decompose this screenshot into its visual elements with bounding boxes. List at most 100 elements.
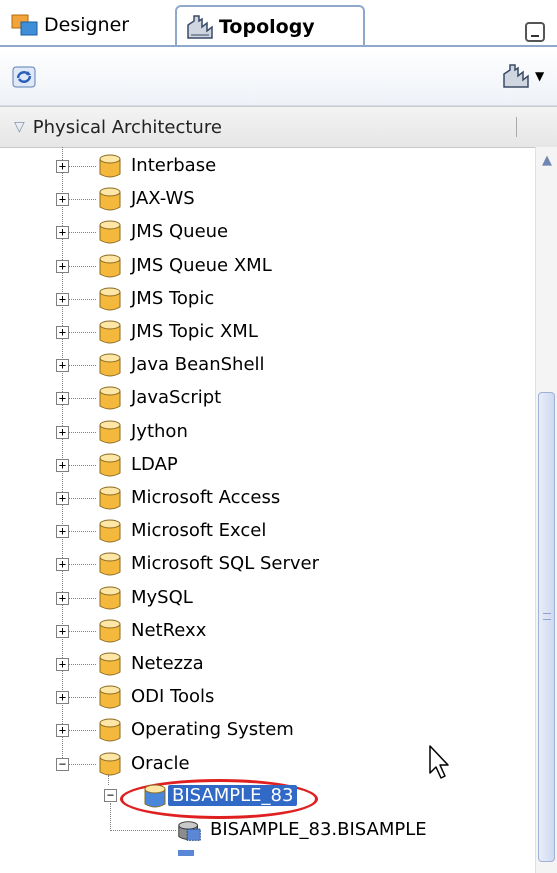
tree-node-label[interactable]: LDAP: [131, 454, 178, 475]
dropdown-caret-icon: ▼: [535, 69, 545, 83]
topology-menu-icon: [503, 64, 529, 88]
designer-icon: [11, 14, 38, 36]
tab-topology[interactable]: Topology: [175, 5, 365, 47]
accordion-physical-architecture[interactable]: ▽ Physical Architecture: [0, 106, 557, 148]
tree-node-label[interactable]: JAX-WS: [131, 188, 195, 209]
vertical-scrollbar[interactable]: ▲: [535, 147, 557, 873]
expand-node-icon[interactable]: +: [56, 558, 69, 572]
expand-node-icon[interactable]: +: [56, 226, 69, 240]
technology-icon: [99, 486, 121, 510]
tree-connector-line: [69, 398, 96, 400]
technology-icon: [99, 287, 121, 311]
tree-connector-line: [69, 332, 96, 333]
technology-icon: [99, 453, 121, 477]
expand-node-icon[interactable]: +: [56, 724, 69, 738]
scroll-grip: [543, 613, 551, 620]
tree-node-label[interactable]: Microsoft Access: [131, 487, 280, 508]
tab-topology-label: Topology: [219, 16, 315, 38]
technology-icon: [99, 254, 121, 278]
tree-node-label[interactable]: JMS Queue XML: [131, 255, 272, 276]
expand-node-icon[interactable]: +: [56, 359, 69, 373]
expand-node-icon[interactable]: +: [56, 392, 69, 406]
mouse-cursor-icon: [429, 745, 449, 779]
tree-connector-line: [69, 597, 96, 599]
collapse-node-icon[interactable]: −: [104, 788, 117, 802]
technology-icon: [99, 519, 121, 543]
tree-node-label[interactable]: JMS Topic XML: [131, 321, 258, 342]
tree-connector-line: [69, 664, 96, 665]
tree-node-label[interactable]: ODI Tools: [131, 686, 214, 707]
technology-icon: [99, 685, 121, 709]
tree-node-label[interactable]: JMS Queue: [131, 221, 228, 242]
tab-designer[interactable]: Designer: [6, 5, 171, 45]
technology-icon: [99, 652, 121, 676]
tree-connector-line: [69, 265, 96, 267]
topology-menu-button[interactable]: ▼: [501, 61, 549, 91]
refresh-icon[interactable]: [10, 63, 38, 91]
data-server-icon: [144, 784, 166, 808]
expand-node-icon[interactable]: +: [56, 525, 69, 539]
tab-designer-label: Designer: [44, 14, 130, 36]
tree-connector-line: [69, 464, 96, 466]
tree-node-label[interactable]: MySQL: [131, 587, 193, 608]
minimize-button[interactable]: [525, 22, 545, 42]
collapse-triangle-icon: ▽: [14, 119, 25, 135]
expand-node-icon[interactable]: +: [56, 691, 69, 705]
tree-connector-line: [69, 730, 96, 732]
tree-node-label[interactable]: Java BeanShell: [131, 354, 265, 375]
tree-node-label[interactable]: Netezza: [131, 653, 204, 674]
tree-connector-line: [62, 147, 63, 764]
expand-node-icon[interactable]: +: [56, 492, 69, 505]
tree-node-label[interactable]: Jython: [131, 421, 188, 442]
tree-node-label[interactable]: Oracle: [131, 753, 190, 774]
tree-connector-line: [69, 697, 96, 699]
physical-schema-icon: [178, 821, 201, 841]
tree-connector-line: [69, 763, 96, 765]
expand-node-icon[interactable]: +: [56, 326, 69, 339]
tree-connector-line: [69, 498, 96, 499]
technology-icon: [99, 420, 121, 444]
technology-icon: [99, 619, 121, 643]
technology-icon: [99, 353, 121, 377]
expand-node-icon[interactable]: +: [56, 658, 69, 671]
tree-connector-line: [69, 630, 96, 632]
tree-connector-line: [69, 298, 96, 300]
tree-node-label[interactable]: NetRexx: [131, 620, 206, 641]
tree-connector-line: [110, 802, 111, 829]
technology-icon: [99, 586, 121, 610]
expand-node-icon[interactable]: +: [56, 292, 69, 306]
expand-node-icon[interactable]: +: [56, 193, 69, 207]
scroll-up-arrow-icon[interactable]: ▲: [539, 153, 555, 168]
tree-connector-line: [110, 830, 176, 831]
tree-connector-line: [69, 365, 96, 367]
tree-connector-line: [69, 199, 96, 201]
scrollbar-thumb[interactable]: [538, 392, 555, 862]
topology-icon: [187, 15, 213, 39]
tree-node-label[interactable]: Microsoft SQL Server: [131, 553, 319, 574]
expand-node-icon[interactable]: +: [56, 624, 69, 638]
tree-connector-line: [69, 564, 96, 566]
tab-strip: Designer Topology: [0, 0, 557, 47]
technology-icon: [99, 187, 121, 211]
technology-icon: [99, 718, 121, 742]
data-server-label[interactable]: BISAMPLE_83: [168, 784, 298, 806]
tree-node-label[interactable]: JavaScript: [131, 387, 221, 408]
expand-node-icon[interactable]: +: [56, 259, 69, 273]
tree-node-label[interactable]: Microsoft Excel: [131, 520, 266, 541]
tree-connector-line: [69, 531, 96, 533]
tree-node-label[interactable]: JMS Topic: [131, 288, 214, 309]
tree-connector-line: [69, 232, 96, 234]
tree-node-label[interactable]: Operating System: [131, 719, 294, 740]
expand-node-icon[interactable]: +: [56, 160, 69, 173]
technology-icon: [99, 386, 121, 410]
expand-node-icon[interactable]: +: [56, 591, 69, 605]
expand-node-icon[interactable]: +: [56, 458, 69, 472]
physical-schema-label[interactable]: BISAMPLE_83.BISAMPLE: [210, 819, 427, 840]
technology-icon: [99, 320, 121, 344]
tree-node-label[interactable]: Interbase: [131, 155, 216, 176]
accordion-title: Physical Architecture: [32, 116, 222, 138]
tree-connector-line: [108, 774, 109, 785]
expand-node-icon[interactable]: +: [56, 425, 69, 439]
collapse-node-icon[interactable]: −: [56, 757, 69, 771]
toolbar: ▼: [0, 47, 557, 106]
